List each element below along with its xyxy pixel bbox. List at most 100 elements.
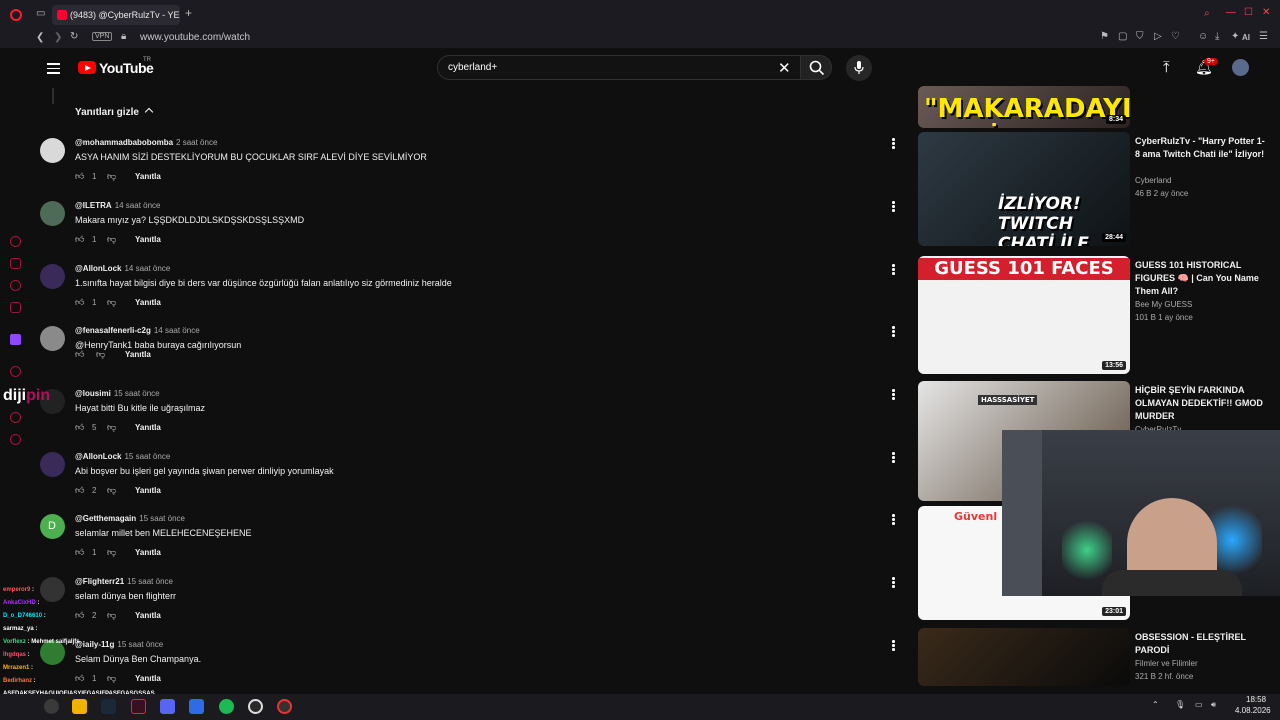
spotify-icon[interactable] (219, 699, 234, 714)
dislike-icon[interactable]: 👎︎ (107, 171, 116, 182)
like-icon[interactable]: 👍︎ (75, 422, 84, 433)
tray-chevron-icon[interactable]: ⌃ (1152, 700, 1159, 709)
comment-time[interactable]: 14 saat önce (115, 201, 161, 210)
bookmark-icon[interactable]: ⚑ (1100, 32, 1109, 42)
recommended-video[interactable]: GUESS 101 FACES 13:56 GUESS 101 HISTORICAL… (918, 256, 1278, 374)
avatar[interactable] (40, 264, 65, 289)
like-icon[interactable]: 👍︎ (75, 610, 84, 621)
video-title[interactable]: HİÇBİR ŞEYİN FARKINDA OLMAYAN DEDEKTİF!!… (1135, 384, 1265, 423)
dislike-icon[interactable]: 👎︎ (107, 610, 116, 621)
menu-icon[interactable] (47, 63, 60, 77)
dislike-icon[interactable]: 👎︎ (107, 422, 116, 433)
volume-icon[interactable]: 🔊︎ (1211, 700, 1216, 710)
steam-icon[interactable] (101, 699, 116, 714)
opera-logo-icon[interactable] (10, 9, 22, 21)
discord-icon[interactable] (160, 699, 175, 714)
comment-time[interactable]: 2 saat önce (176, 138, 217, 147)
avatar[interactable] (40, 577, 65, 602)
like-icon[interactable]: 👍︎ (75, 171, 84, 182)
clock-time[interactable]: 18:58 (1246, 695, 1266, 704)
reply-button[interactable]: Yanıtla (135, 674, 161, 683)
instagram-icon[interactable] (10, 302, 21, 313)
comment-time[interactable]: 15 saat önce (124, 452, 170, 461)
reload-icon[interactable]: ↻ (70, 32, 78, 42)
twitch-icon[interactable] (10, 334, 21, 345)
avatar[interactable] (40, 138, 65, 163)
comment-author[interactable]: @mohammadbabobomba (75, 138, 173, 147)
app-red-icon[interactable] (277, 699, 292, 714)
video-title[interactable]: GUESS 101 HISTORICAL FIGURES 🧠 | Can You… (1135, 259, 1265, 298)
hide-replies-button[interactable]: Yanıtları gizle (75, 107, 153, 118)
more-options-icon[interactable] (892, 264, 896, 276)
messenger-icon[interactable] (10, 258, 21, 269)
whatsapp-icon[interactable] (10, 280, 21, 291)
comment-time[interactable]: 14 saat önce (124, 264, 170, 273)
reply-button[interactable]: Yanıtla (135, 298, 161, 307)
comment-author[interactable]: @iaily-11g (75, 640, 114, 649)
more-options-icon[interactable] (892, 201, 896, 213)
profile-avatar[interactable] (1232, 59, 1249, 76)
reply-button[interactable]: Yanıtla (135, 611, 161, 620)
player-sidebar-icon[interactable] (10, 366, 21, 377)
like-icon[interactable]: 👍︎ (75, 673, 84, 684)
comment-author[interactable]: @Getthemagain (75, 514, 136, 523)
comment-time[interactable]: 15 saat önce (127, 577, 173, 586)
like-icon[interactable]: 👍︎ (75, 547, 84, 558)
reply-button[interactable]: Yanıtla (135, 423, 161, 432)
recommended-video[interactable]: OBSESSION - ELEŞTİREL PARODİ Filmler ve F… (918, 628, 1278, 686)
settings-icon[interactable] (248, 699, 263, 714)
video-thumbnail[interactable]: İZLİYOR! TWITCH CHATİ İLE HARRY POTTER!2… (918, 132, 1130, 246)
recommended-video[interactable]: İZLİYOR! TWITCH CHATİ İLE HARRY POTTER!2… (918, 132, 1278, 246)
comment-author[interactable]: @AllonLock (75, 264, 121, 273)
video-title[interactable]: CyberRulzTv - "Harry Potter 1-8 ama Twit… (1135, 135, 1265, 161)
file-explorer-icon[interactable] (72, 699, 87, 714)
new-tab-button[interactable]: + (185, 7, 192, 19)
clock-sidebar-icon[interactable] (10, 434, 21, 445)
minimize-button[interactable]: — (1226, 8, 1236, 18)
comment-time[interactable]: 15 saat önce (139, 514, 185, 523)
video-thumbnail[interactable]: GUESS 101 FACES 13:56 (918, 256, 1130, 374)
heart-icon[interactable]: ♡ (1171, 32, 1180, 42)
avatar[interactable] (40, 452, 65, 477)
more-options-icon[interactable] (892, 640, 896, 652)
more-options-icon[interactable] (892, 389, 896, 401)
reply-button[interactable]: Yanıtla (135, 548, 161, 557)
more-options-icon[interactable] (892, 452, 896, 464)
comment-time[interactable]: 15 saat önce (114, 389, 160, 398)
network-icon[interactable]: ▭ (1195, 700, 1203, 709)
recommended-video[interactable]: "MAKARADAYIZ DEMİ AYHAN ABİ" İZLİYOR8:34 (918, 86, 1278, 128)
channel-name[interactable]: Bee My GUESS (1135, 300, 1192, 309)
avatar[interactable] (40, 201, 65, 226)
search-button[interactable] (800, 55, 832, 80)
dislike-icon[interactable]: 👎︎ (107, 485, 116, 496)
video-thumbnail[interactable] (918, 628, 1130, 686)
dislike-icon[interactable]: 👎︎ (107, 234, 116, 245)
avatar[interactable] (40, 326, 65, 351)
maximize-button[interactable]: ☐ (1244, 8, 1253, 18)
close-window-button[interactable]: ✕ (1262, 8, 1270, 18)
reply-button[interactable]: Yanıtla (135, 172, 161, 181)
like-icon[interactable]: 👍︎ (75, 234, 84, 245)
comment-time[interactable]: 14 saat önce (154, 326, 200, 335)
dislike-icon[interactable]: 👎︎ (107, 547, 116, 558)
clear-search-icon[interactable]: ✕ (778, 59, 791, 77)
more-options-icon[interactable] (892, 326, 896, 338)
aria-ai-label[interactable]: AI (1242, 33, 1250, 43)
reply-button[interactable]: Yanıtla (125, 350, 151, 359)
channel-name[interactable]: Cyberland (1135, 176, 1171, 185)
search-tabs-icon[interactable]: ⌕ (1204, 9, 1210, 19)
reply-button[interactable]: Yanıtla (135, 235, 161, 244)
reply-button[interactable]: Yanıtla (135, 486, 161, 495)
dislike-icon[interactable]: 👎︎ (107, 673, 116, 684)
comment-time[interactable]: 15 saat önce (117, 640, 163, 649)
heart-sidebar-icon[interactable] (10, 412, 21, 423)
workspaces-icon[interactable]: ▭ (36, 9, 45, 19)
mic-tray-icon[interactable]: 🎙︎ (1175, 700, 1185, 709)
like-icon[interactable]: 👍︎ (75, 485, 84, 496)
upload-icon[interactable]: ⤒ (1163, 59, 1170, 76)
channel-name[interactable]: Filmler ve Filimler (1135, 659, 1198, 668)
account-icon[interactable]: ☺ (1198, 32, 1208, 42)
like-icon[interactable]: 👍︎ (75, 297, 84, 308)
comment-author[interactable]: @Flighterr21 (75, 577, 124, 586)
video-thumbnail[interactable]: "MAKARADAYIZ DEMİ AYHAN ABİ" İZLİYOR8:34 (918, 86, 1130, 128)
